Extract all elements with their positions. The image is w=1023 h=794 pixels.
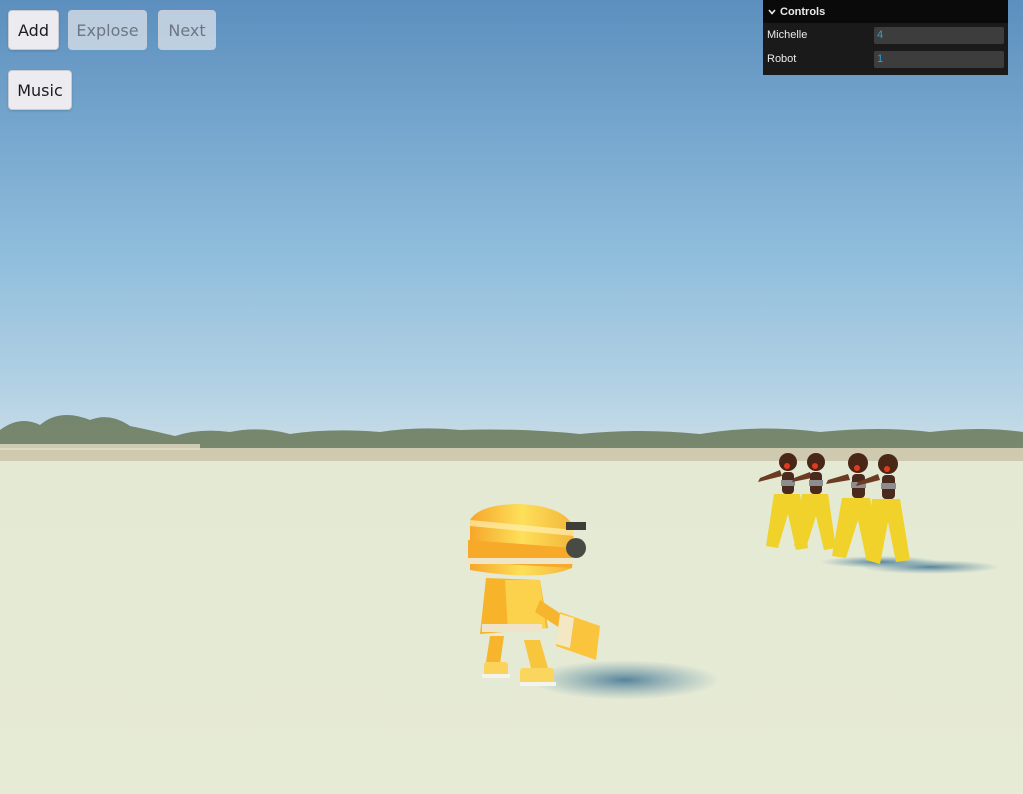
control-label-michelle: Michelle	[767, 29, 808, 41]
music-button[interactable]: Music	[8, 70, 72, 110]
robot-count-input[interactable]: 1	[874, 50, 1004, 68]
chevron-down-icon	[768, 8, 776, 15]
michelle-count-input[interactable]: 4	[874, 26, 1004, 44]
next-button[interactable]: Next	[158, 10, 216, 50]
3d-viewport[interactable]	[0, 0, 1023, 794]
control-label-robot: Robot	[767, 53, 797, 65]
explode-button[interactable]: Explose	[68, 10, 147, 50]
robot-shadow	[530, 660, 720, 700]
control-row-robot: Robot 1	[763, 47, 1008, 71]
controls-title: Controls	[780, 5, 826, 18]
control-row-michelle: Michelle 4	[763, 23, 1008, 47]
controls-title-bar[interactable]: Controls	[763, 0, 1008, 23]
controls-panel: Controls Michelle 4 Robot 1	[763, 0, 1008, 75]
add-button[interactable]: Add	[8, 10, 59, 50]
